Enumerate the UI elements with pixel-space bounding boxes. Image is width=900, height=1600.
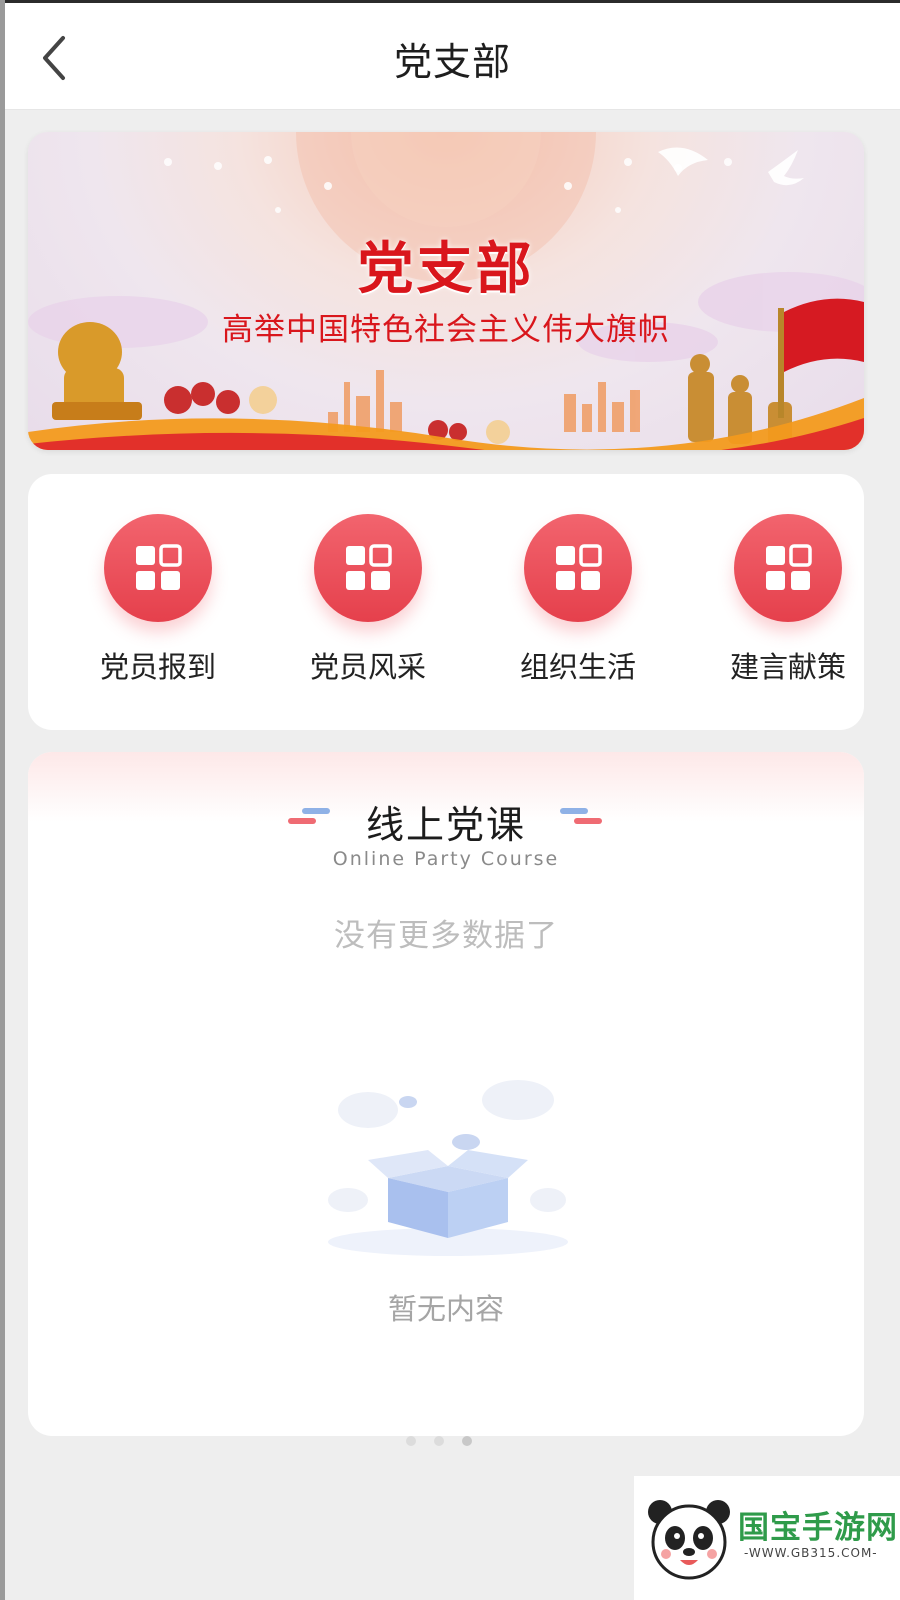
menu-item-label: 党员报到 <box>99 650 216 684</box>
watermark: 国宝手游网 -WWW.GB315.COM- <box>634 1476 900 1600</box>
menu-item-label: 组织生活 <box>519 650 636 684</box>
panda-logo-icon <box>648 1500 730 1580</box>
hero-banner[interactable]: 党支部 高举中国特色社会主义伟大旗帜 <box>28 132 864 450</box>
menu-item-label: 党员风采 <box>309 650 426 684</box>
menu-item-suggestions[interactable]: 建言献策 <box>698 514 878 694</box>
grid-icon <box>314 514 422 622</box>
page-title: 党支部 <box>393 40 511 84</box>
pagination-dots <box>406 1436 476 1448</box>
section-subtitle: Online Party Course <box>332 848 560 870</box>
section-title: 线上党课 <box>365 803 526 847</box>
quick-menu-card: 党员报到 党员风采 组织生活 建言献策 <box>28 474 864 730</box>
empty-state-text: 暂无内容 <box>387 1292 504 1326</box>
menu-item-member-checkin[interactable]: 党员报到 <box>68 514 248 694</box>
menu-item-member-showcase[interactable]: 党员风采 <box>278 514 458 694</box>
empty-box-icon <box>328 1080 568 1256</box>
title-decoration-right <box>560 808 602 824</box>
page-dot <box>462 1436 472 1446</box>
left-border <box>0 0 5 1600</box>
page-dot <box>434 1436 444 1446</box>
banner-slogan: 高举中国特色社会主义伟大旗帜 <box>222 312 670 348</box>
page-dot <box>406 1436 416 1446</box>
watermark-url: -WWW.GB315.COM- <box>744 1546 878 1560</box>
menu-item-label: 建言献策 <box>729 650 846 684</box>
menu-item-organization-life[interactable]: 组织生活 <box>488 514 668 694</box>
grid-icon <box>734 514 842 622</box>
app-header: 党支部 <box>5 3 900 110</box>
watermark-brand: 国宝手游网 <box>738 1510 898 1546</box>
online-course-card: 线上党课 Online Party Course 没有更多数据了 暂无内容 <box>28 752 864 1436</box>
grid-icon <box>524 514 632 622</box>
grid-icon <box>104 514 212 622</box>
banner-title: 党支部 <box>357 237 535 302</box>
no-more-data-text: 没有更多数据了 <box>334 918 558 954</box>
